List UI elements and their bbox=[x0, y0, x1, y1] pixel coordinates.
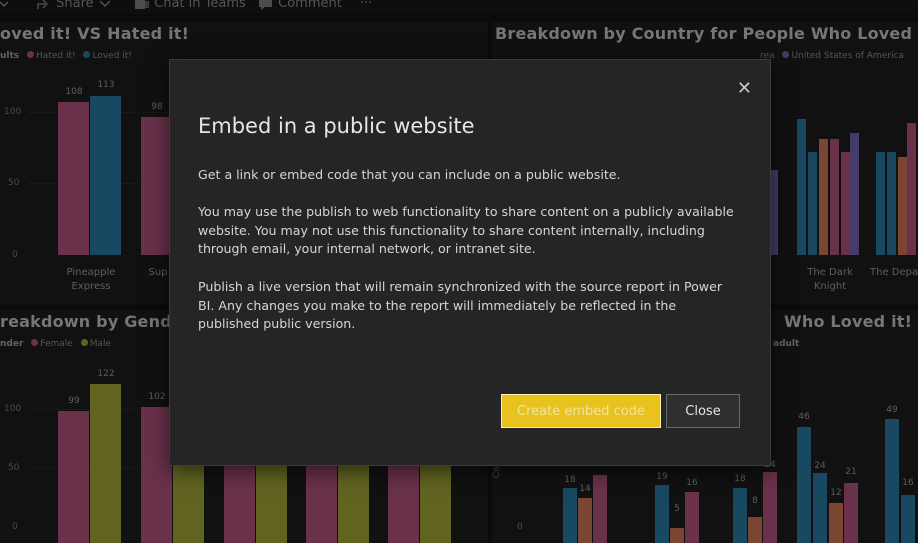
close-icon[interactable]: ✕ bbox=[737, 78, 752, 99]
dialog-intro-text: Get a link or embed code that you can in… bbox=[198, 167, 621, 182]
dialog-title: Embed in a public website bbox=[198, 114, 475, 138]
close-button[interactable]: Close bbox=[666, 394, 740, 428]
embed-dialog: ✕ Embed in a public website Get a link o… bbox=[169, 59, 771, 466]
dialog-sync-text: Publish a live version that will remain … bbox=[198, 279, 723, 332]
dialog-usage-text: You may use the publish to web functiona… bbox=[198, 204, 734, 257]
create-embed-code-button[interactable]: Create embed code bbox=[501, 394, 661, 428]
